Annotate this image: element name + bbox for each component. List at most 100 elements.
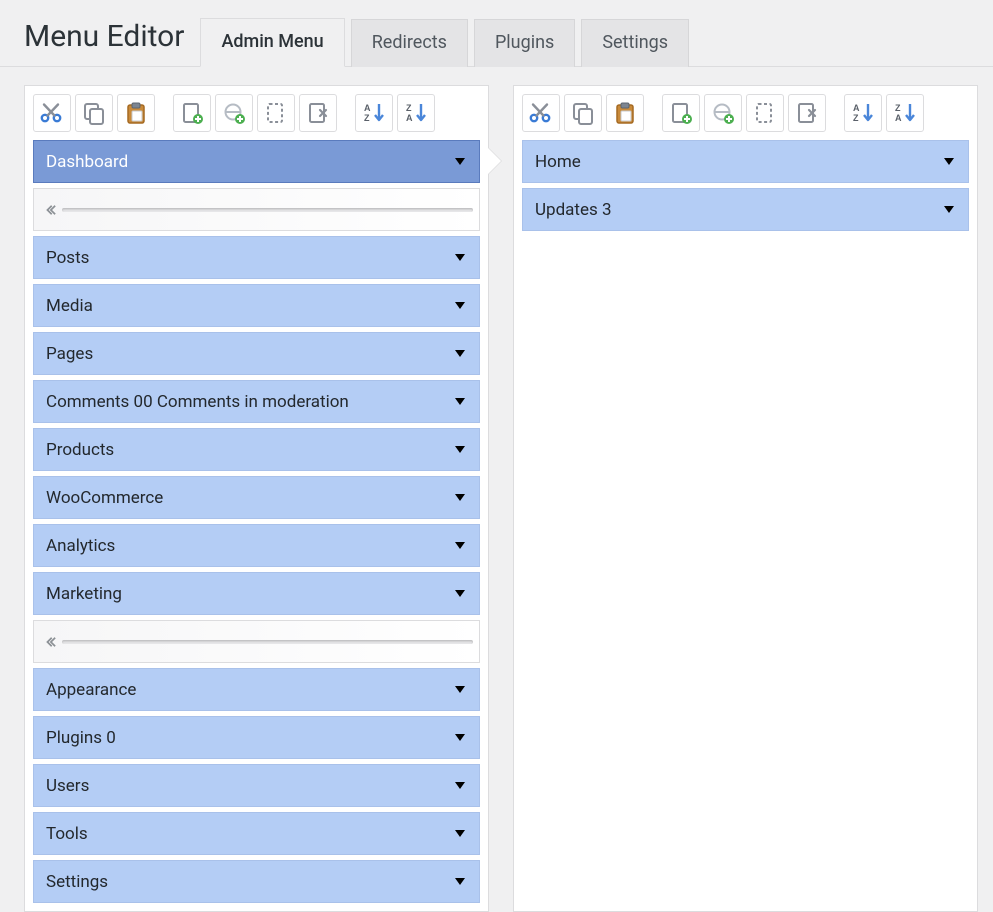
top-level-panel: Dashboard Posts Media Pages Comments 00 Comm… — [24, 85, 489, 912]
sort-desc-icon — [404, 101, 428, 125]
show-button[interactable] — [257, 94, 295, 132]
new-separator-button[interactable] — [215, 94, 253, 132]
menu-item-label: Settings — [46, 872, 108, 892]
left-toolbar — [33, 94, 480, 132]
paste-button[interactable] — [117, 94, 155, 132]
tab-label: Plugins — [495, 32, 554, 53]
chevron-down-icon[interactable] — [453, 779, 467, 793]
sort-desc-button[interactable] — [886, 94, 924, 132]
menu-item[interactable]: WooCommerce — [33, 476, 480, 519]
page-title: Menu Editor — [24, 19, 184, 54]
menu-item-label: Users — [46, 776, 89, 796]
tab-admin-menu[interactable]: Admin Menu — [200, 18, 344, 67]
show-icon — [753, 101, 777, 125]
cut-icon — [40, 101, 64, 125]
chevron-left-icon — [44, 204, 56, 216]
header: Menu Editor Admin Menu Redirects Plugins Se… — [0, 0, 993, 67]
tab-settings[interactable]: Settings — [581, 19, 689, 67]
cut-button[interactable] — [522, 94, 560, 132]
sort-asc-icon — [362, 101, 386, 125]
menu-item[interactable]: Comments 00 Comments in moderation — [33, 380, 480, 423]
right-toolbar — [522, 94, 969, 132]
sort-asc-button[interactable] — [355, 94, 393, 132]
chevron-down-icon[interactable] — [453, 299, 467, 313]
new-button[interactable] — [662, 94, 700, 132]
copy-icon — [82, 101, 106, 125]
menu-item-label: Pages — [46, 344, 93, 364]
delete-icon — [306, 101, 330, 125]
menu-separator[interactable] — [33, 188, 480, 231]
submenu-panel: Home Updates 3 — [513, 85, 978, 912]
sort-asc-button[interactable] — [844, 94, 882, 132]
tab-label: Settings — [602, 32, 668, 53]
show-icon — [264, 101, 288, 125]
chevron-down-icon[interactable] — [453, 443, 467, 457]
copy-icon — [571, 101, 595, 125]
menu-item-label: Analytics — [46, 536, 115, 556]
menu-item[interactable]: Appearance — [33, 668, 480, 711]
new-separator-button[interactable] — [704, 94, 742, 132]
delete-button[interactable] — [299, 94, 337, 132]
chevron-left-icon — [44, 636, 56, 648]
menu-item[interactable]: Plugins 0 — [33, 716, 480, 759]
new-separator-icon — [711, 101, 735, 125]
sort-desc-button[interactable] — [397, 94, 435, 132]
toolbar-group — [173, 94, 337, 132]
menu-item[interactable]: Analytics — [33, 524, 480, 567]
menu-item-label: Tools — [46, 824, 88, 844]
menu-item[interactable]: Dashboard — [33, 140, 480, 183]
copy-button[interactable] — [75, 94, 113, 132]
delete-button[interactable] — [788, 94, 826, 132]
menu-item[interactable]: Marketing — [33, 572, 480, 615]
chevron-down-icon[interactable] — [453, 347, 467, 361]
paste-button[interactable] — [606, 94, 644, 132]
tab-plugins[interactable]: Plugins — [474, 19, 575, 67]
show-button[interactable] — [746, 94, 784, 132]
cut-button[interactable] — [33, 94, 71, 132]
chevron-down-icon[interactable] — [942, 203, 956, 217]
chevron-down-icon[interactable] — [453, 827, 467, 841]
chevron-down-icon[interactable] — [453, 395, 467, 409]
toolbar-group — [33, 94, 155, 132]
chevron-down-icon[interactable] — [453, 587, 467, 601]
tab-label: Admin Menu — [221, 31, 323, 52]
menu-item[interactable]: Home — [522, 140, 969, 183]
new-button[interactable] — [173, 94, 211, 132]
menu-item[interactable]: Tools — [33, 812, 480, 855]
sort-asc-icon — [851, 101, 875, 125]
menu-item-label: Plugins 0 — [46, 728, 116, 748]
chevron-down-icon[interactable] — [453, 875, 467, 889]
tab-bar: Admin Menu Redirects Plugins Settings — [200, 18, 695, 67]
separator-line — [62, 208, 473, 212]
menu-item[interactable]: Posts — [33, 236, 480, 279]
menu-item[interactable]: Updates 3 — [522, 188, 969, 231]
toolbar-group — [522, 94, 644, 132]
chevron-down-icon[interactable] — [453, 491, 467, 505]
menu-item-label: Media — [46, 296, 93, 316]
menu-item-label: WooCommerce — [46, 488, 163, 508]
content: Dashboard Posts Media Pages Comments 00 Comm… — [0, 67, 993, 912]
menu-item[interactable]: Pages — [33, 332, 480, 375]
chevron-down-icon[interactable] — [453, 539, 467, 553]
chevron-down-icon[interactable] — [453, 155, 467, 169]
toolbar-group — [844, 94, 924, 132]
menu-item[interactable]: Products — [33, 428, 480, 471]
menu-item-label: Posts — [46, 248, 89, 268]
toolbar-group — [355, 94, 435, 132]
new-icon — [180, 101, 204, 125]
menu-item[interactable]: Media — [33, 284, 480, 327]
menu-item-label: Marketing — [46, 584, 122, 604]
menu-separator[interactable] — [33, 620, 480, 663]
sort-desc-icon — [893, 101, 917, 125]
tab-redirects[interactable]: Redirects — [351, 19, 468, 67]
separator-line — [62, 640, 473, 644]
chevron-down-icon[interactable] — [942, 155, 956, 169]
menu-item[interactable]: Users — [33, 764, 480, 807]
chevron-down-icon[interactable] — [453, 251, 467, 265]
chevron-down-icon[interactable] — [453, 683, 467, 697]
chevron-down-icon[interactable] — [453, 731, 467, 745]
menu-item[interactable]: Settings — [33, 860, 480, 903]
menu-item-label: Updates 3 — [535, 200, 612, 220]
copy-button[interactable] — [564, 94, 602, 132]
menu-item-label: Comments 00 Comments in moderation — [46, 392, 349, 412]
